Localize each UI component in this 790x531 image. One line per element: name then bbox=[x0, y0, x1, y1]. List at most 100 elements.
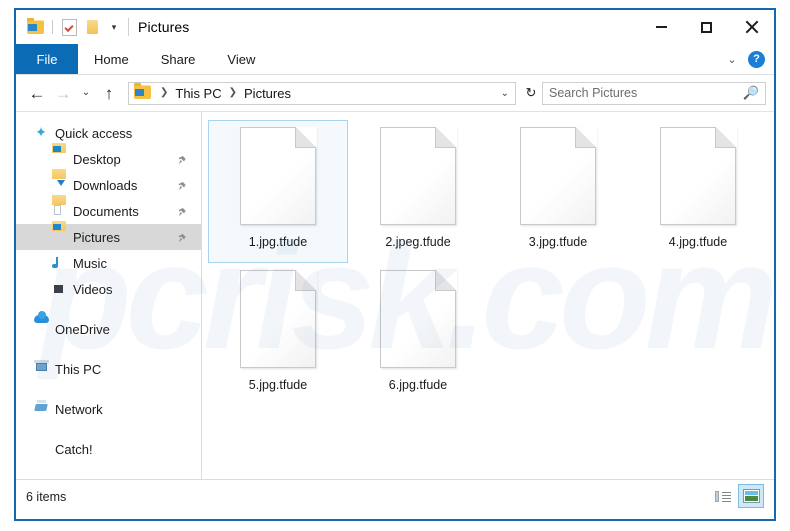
close-button[interactable] bbox=[729, 10, 774, 44]
item-count-label: 6 items bbox=[26, 489, 67, 504]
minimize-button[interactable] bbox=[639, 10, 684, 44]
file-name: 6.jpg.tfude bbox=[388, 378, 448, 392]
search-placeholder: Search Pictures bbox=[549, 86, 638, 100]
file-icon bbox=[660, 127, 737, 225]
cloud-icon bbox=[34, 323, 48, 335]
close-icon bbox=[745, 20, 759, 34]
folder-documents-icon bbox=[52, 205, 66, 217]
window-body: ✦ Quick access Desktop Downloads Documen… bbox=[16, 111, 774, 479]
sidebar-item-label: Documents bbox=[73, 203, 139, 219]
sidebar-item-label: Network bbox=[55, 401, 103, 417]
explorer-window: ▾ Pictures File Home Share View ⌄ ? ← → … bbox=[14, 8, 776, 521]
catch-icon bbox=[34, 443, 48, 455]
large-icons-view-icon bbox=[742, 489, 760, 503]
file-item[interactable]: 5.jpg.tfude bbox=[208, 263, 348, 406]
file-name: 4.jpg.tfude bbox=[668, 235, 728, 249]
sidebar-item-videos[interactable]: Videos bbox=[16, 276, 201, 302]
address-bar: ← → ⌄ ↑ ❯ This PC ❯ Pictures ⌄ ↻ Search … bbox=[16, 75, 774, 111]
title-bar: ▾ Pictures bbox=[16, 10, 774, 44]
file-item[interactable]: 4.jpg.tfude bbox=[628, 120, 768, 263]
refresh-button[interactable]: ↻ bbox=[520, 85, 542, 101]
up-button[interactable]: ↑ bbox=[96, 85, 122, 102]
breadcrumb-separator-icon: ❯ bbox=[228, 87, 238, 98]
expand-ribbon-chevron-down-icon[interactable]: ⌄ bbox=[720, 53, 744, 66]
file-icon bbox=[380, 127, 457, 225]
file-icon bbox=[240, 127, 317, 225]
recent-locations-chevron-down-icon[interactable]: ⌄ bbox=[76, 88, 96, 98]
sidebar-item-documents[interactable]: Documents bbox=[16, 198, 201, 224]
sidebar-item-quick-access[interactable]: ✦ Quick access bbox=[16, 120, 201, 146]
maximize-button[interactable] bbox=[684, 10, 729, 44]
status-bar: 6 items bbox=[16, 479, 774, 513]
file-icon bbox=[240, 270, 317, 368]
ribbon-right-controls: ⌄ ? bbox=[720, 44, 768, 74]
new-folder-icon[interactable] bbox=[84, 18, 102, 36]
sidebar-item-label: Quick access bbox=[55, 125, 133, 141]
sidebar-item-downloads[interactable]: Downloads bbox=[16, 172, 201, 198]
large-icons-view-button[interactable] bbox=[738, 484, 764, 508]
navigation-pane: ✦ Quick access Desktop Downloads Documen… bbox=[16, 112, 202, 479]
sidebar-item-desktop[interactable]: Desktop bbox=[16, 146, 201, 172]
pin-icon[interactable] bbox=[176, 206, 187, 217]
sidebar-item-label: Videos bbox=[73, 281, 113, 297]
breadcrumb[interactable]: ❯ This PC ❯ Pictures ⌄ bbox=[128, 81, 516, 105]
sidebar-item-label: Music bbox=[73, 255, 107, 271]
sidebar-item-this-pc[interactable]: This PC bbox=[16, 356, 201, 382]
file-name: 2.jpeg.tfude bbox=[385, 235, 451, 249]
tab-file[interactable]: File bbox=[16, 44, 78, 74]
breadcrumb-folder-pictures-icon bbox=[134, 83, 152, 102]
breadcrumb-item-pictures[interactable]: Pictures bbox=[243, 86, 292, 101]
sidebar-item-pictures[interactable]: Pictures bbox=[16, 224, 201, 250]
details-view-button[interactable] bbox=[710, 484, 736, 508]
folder-pictures-icon[interactable] bbox=[27, 18, 45, 36]
file-name: 3.jpg.tfude bbox=[528, 235, 588, 249]
forward-button: → bbox=[54, 83, 72, 103]
computer-icon bbox=[34, 363, 48, 375]
qat-divider bbox=[52, 20, 53, 34]
sidebar-item-label: Desktop bbox=[73, 151, 121, 167]
sidebar-item-network[interactable]: Network bbox=[16, 396, 201, 422]
chevron-down-icon[interactable]: ▾ bbox=[107, 22, 121, 32]
file-item[interactable]: 2.jpeg.tfude bbox=[348, 120, 488, 263]
file-item[interactable]: 1.jpg.tfude bbox=[208, 120, 348, 263]
sidebar-item-onedrive[interactable]: OneDrive bbox=[16, 316, 201, 342]
star-icon: ✦ bbox=[35, 124, 47, 140]
sidebar-item-label: This PC bbox=[55, 361, 102, 377]
back-button[interactable]: ← bbox=[24, 85, 50, 102]
file-item[interactable]: 3.jpg.tfude bbox=[488, 120, 628, 263]
sidebar-item-music[interactable]: Music bbox=[16, 250, 201, 276]
pin-icon[interactable] bbox=[176, 154, 187, 165]
file-name: 1.jpg.tfude bbox=[248, 235, 308, 249]
sidebar-item-label: Pictures bbox=[73, 229, 120, 245]
pin-icon[interactable] bbox=[176, 180, 187, 191]
file-icon bbox=[380, 270, 457, 368]
tab-view[interactable]: View bbox=[211, 44, 271, 74]
breadcrumb-separator-icon: ❯ bbox=[160, 87, 169, 98]
sidebar-item-catch[interactable]: Catch! bbox=[16, 436, 201, 462]
window-controls bbox=[639, 10, 774, 44]
file-icon bbox=[520, 127, 597, 225]
properties-icon[interactable] bbox=[60, 18, 78, 36]
video-icon bbox=[52, 283, 66, 295]
window-title: Pictures bbox=[138, 19, 190, 35]
pin-icon[interactable] bbox=[176, 232, 187, 243]
details-view-icon bbox=[715, 490, 731, 503]
folder-downloads-icon bbox=[52, 179, 66, 191]
view-mode-buttons bbox=[710, 484, 764, 508]
file-item[interactable]: 6.jpg.tfude bbox=[348, 263, 488, 406]
tab-share[interactable]: Share bbox=[145, 44, 212, 74]
file-list-pane[interactable]: 1.jpg.tfude 2.jpeg.tfude 3.jpg.tfude 4.j… bbox=[202, 112, 774, 479]
breadcrumb-item-this-pc[interactable]: This PC bbox=[174, 86, 222, 101]
title-divider bbox=[128, 18, 129, 36]
maximize-icon bbox=[701, 21, 712, 33]
search-icon[interactable]: 🔍 bbox=[743, 85, 759, 101]
search-input[interactable]: Search Pictures 🔍 bbox=[542, 81, 766, 105]
network-icon bbox=[34, 403, 48, 415]
tab-home[interactable]: Home bbox=[78, 44, 145, 74]
help-button[interactable]: ? bbox=[748, 50, 765, 68]
address-dropdown-chevron-down-icon[interactable]: ⌄ bbox=[501, 88, 509, 99]
ribbon-tab-strip: File Home Share View ⌄ ? bbox=[16, 44, 774, 75]
